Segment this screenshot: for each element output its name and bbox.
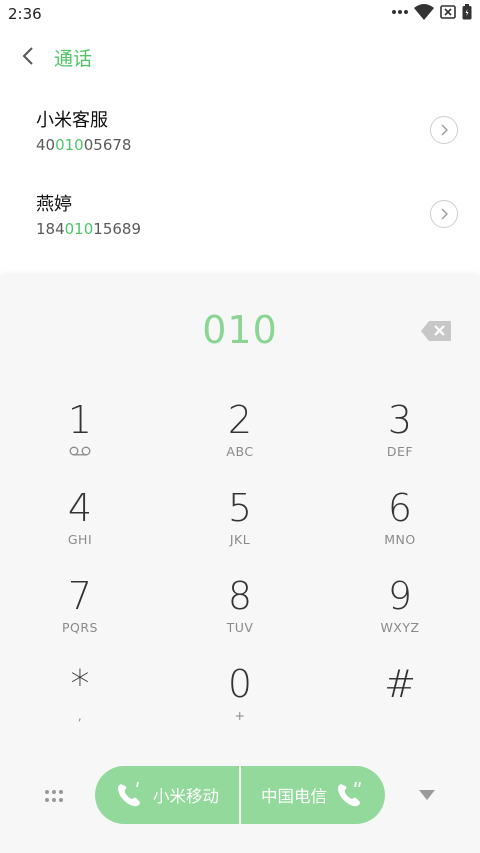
key-star[interactable]: * , <box>0 662 160 750</box>
key-1[interactable]: 1 <box>0 398 160 486</box>
call-divider <box>239 766 241 824</box>
call-button-group: 小米移动 中国电信 <box>95 766 385 824</box>
contact-number: 18401015689 <box>36 220 141 238</box>
page-title: 通话 <box>54 48 93 70</box>
status-icons <box>392 4 472 20</box>
back-arrow-icon <box>22 47 33 65</box>
voicemail-icon <box>0 444 160 459</box>
dialpad-toggle-button[interactable] <box>38 782 70 810</box>
contact-number: 4001005678 <box>36 136 132 154</box>
call-sim2-button[interactable]: 中国电信 <box>241 766 385 824</box>
dialer-panel: 010 1 2 ABC 3 DEF 4 GHI 5 JKL 6 MNO 7 PQ… <box>0 276 480 853</box>
key-2[interactable]: 2 ABC <box>160 398 320 486</box>
contact-name: 燕婷 <box>36 194 72 215</box>
phone-sim2-icon <box>338 781 361 807</box>
key-9[interactable]: 9 WXYZ <box>320 574 480 662</box>
contact-detail-button[interactable] <box>430 116 458 144</box>
sim2-label: 中国电信 <box>261 787 327 806</box>
key-6[interactable]: 6 MNO <box>320 486 480 574</box>
back-button[interactable] <box>14 42 42 70</box>
chevron-right-icon <box>441 208 448 220</box>
battery-icon <box>462 4 472 20</box>
key-0[interactable]: 0 + <box>160 662 320 750</box>
more-dots-icon <box>392 9 408 15</box>
header: 通话 <box>0 28 480 84</box>
phone-sim1-icon <box>118 781 140 807</box>
contact-result[interactable]: 燕婷 18401015689 <box>0 190 480 270</box>
contact-detail-button[interactable] <box>430 200 458 228</box>
no-sim-icon <box>440 5 456 19</box>
collapse-dialpad-button[interactable] <box>414 784 440 806</box>
key-3[interactable]: 3 DEF <box>320 398 480 486</box>
key-8[interactable]: 8 TUV <box>160 574 320 662</box>
backspace-icon <box>421 321 451 341</box>
status-bar: 2:36 <box>0 0 480 28</box>
key-4[interactable]: 4 GHI <box>0 486 160 574</box>
chevron-right-icon <box>441 124 448 136</box>
key-hash[interactable]: # <box>320 662 480 750</box>
wifi-icon <box>414 4 434 20</box>
call-sim1-button[interactable]: 小米移动 <box>95 766 239 824</box>
contact-result[interactable]: 小米客服 4001005678 <box>0 106 480 186</box>
grid-dots-icon <box>45 790 63 802</box>
sim1-label: 小米移动 <box>153 787 219 806</box>
key-7[interactable]: 7 PQRS <box>0 574 160 662</box>
call-bar: 小米移动 中国电信 <box>0 766 480 826</box>
backspace-button[interactable] <box>420 320 452 342</box>
key-5[interactable]: 5 JKL <box>160 486 320 574</box>
contact-name: 小米客服 <box>36 110 108 131</box>
status-time: 2:36 <box>8 5 42 23</box>
dial-input[interactable]: 010 <box>0 308 480 352</box>
triangle-down-icon <box>419 790 435 800</box>
